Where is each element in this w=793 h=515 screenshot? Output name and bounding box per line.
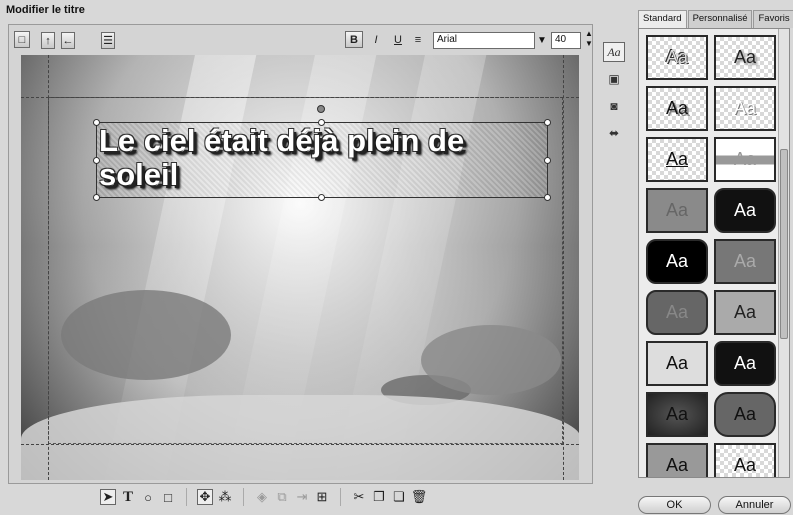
ok-button[interactable]: OK bbox=[638, 496, 711, 514]
resize-handle[interactable] bbox=[544, 157, 551, 164]
rotate-handle[interactable] bbox=[317, 105, 325, 113]
toolbar-divider bbox=[186, 488, 187, 506]
style-tile[interactable]: Aa bbox=[714, 35, 776, 80]
rectangle-tool-icon[interactable]: □ bbox=[160, 489, 176, 505]
image-icon[interactable]: ◙ bbox=[603, 96, 625, 116]
tab-personnalise[interactable]: Personnalisé bbox=[687, 10, 753, 28]
style-tile[interactable]: Aa bbox=[646, 341, 708, 386]
title-text[interactable]: Le ciel était déjà plein de soleil bbox=[99, 124, 547, 192]
italic-button[interactable]: I bbox=[367, 31, 385, 48]
style-tile[interactable]: Aa bbox=[714, 137, 776, 182]
copy-icon[interactable]: ❐ bbox=[371, 489, 387, 505]
style-tile[interactable]: Aa bbox=[646, 392, 708, 437]
style-grid: Aa Aa Aa Aa Aa Aa Aa Aa Aa Aa Aa Aa Aa A… bbox=[646, 35, 776, 477]
guide-line bbox=[21, 444, 579, 445]
style-tabs: Standard Personnalisé Favoris bbox=[638, 10, 793, 28]
paste-icon[interactable]: ❏ bbox=[391, 489, 407, 505]
editor-panel: □ ↑ ← ☰ B I U ≡ Arial ▼ 40 ▲ ▼ Le ciel é… bbox=[8, 24, 593, 484]
style-tile[interactable]: Aa bbox=[714, 239, 776, 284]
style-tile[interactable]: Aa bbox=[714, 188, 776, 233]
ellipse-tool-icon[interactable]: ○ bbox=[140, 489, 156, 505]
style-tile[interactable]: Aa bbox=[714, 443, 776, 477]
style-tile[interactable]: Aa bbox=[714, 392, 776, 437]
guide-line bbox=[563, 55, 564, 480]
style-category-bar: Aa ▣ ◙ ⬌ bbox=[603, 42, 629, 150]
frame-style-button[interactable]: □ bbox=[14, 31, 30, 48]
title-canvas[interactable]: Le ciel était déjà plein de soleil bbox=[21, 55, 579, 480]
style-tile[interactable]: Aa bbox=[646, 86, 708, 131]
style-gallery: Aa Aa Aa Aa Aa Aa Aa Aa Aa Aa Aa Aa Aa A… bbox=[638, 28, 790, 478]
move-icon[interactable]: ✥ bbox=[197, 489, 213, 505]
resize-handle[interactable] bbox=[318, 194, 325, 201]
font-family-field[interactable]: Arial bbox=[433, 32, 535, 49]
font-size-field[interactable]: 40 bbox=[551, 32, 581, 49]
font-size-stepper[interactable]: ▲ ▼ bbox=[583, 29, 595, 51]
style-tile[interactable]: Aa bbox=[646, 290, 708, 335]
resize-handle[interactable] bbox=[93, 194, 100, 201]
style-tile[interactable]: Aa bbox=[646, 137, 708, 182]
resize-handle[interactable] bbox=[544, 194, 551, 201]
style-tile[interactable]: Aa bbox=[646, 239, 708, 284]
style-tile[interactable]: Aa bbox=[714, 290, 776, 335]
resize-handle[interactable] bbox=[318, 119, 325, 126]
text-tool-icon[interactable]: T bbox=[120, 489, 136, 505]
underline-button[interactable]: U bbox=[389, 31, 407, 48]
distort-icon[interactable]: ⁂ bbox=[217, 489, 233, 505]
format-toolbar: □ ↑ ← ☰ B I U ≡ Arial ▼ 40 ▲ ▼ bbox=[9, 25, 595, 53]
scroll-thumb[interactable] bbox=[780, 149, 788, 339]
align-objects-icon[interactable]: ⇥ bbox=[294, 489, 310, 505]
align-button[interactable]: ≡ bbox=[410, 31, 426, 48]
style-tile[interactable]: Aa bbox=[714, 86, 776, 131]
resize-handle[interactable] bbox=[93, 157, 100, 164]
send-backward-icon[interactable]: ← bbox=[61, 32, 75, 49]
ungroup-icon[interactable]: ⧉ bbox=[274, 489, 290, 505]
style-scrollbar[interactable] bbox=[778, 29, 789, 477]
text-layout-icon[interactable]: ☰ bbox=[101, 32, 115, 49]
style-tile[interactable]: Aa bbox=[646, 35, 708, 80]
resize-handle[interactable] bbox=[544, 119, 551, 126]
button-icon[interactable]: ⬌ bbox=[603, 123, 625, 143]
window-title: Modifier le titre bbox=[6, 4, 85, 16]
background-icon[interactable]: ▣ bbox=[603, 69, 625, 89]
grid-icon[interactable]: ⊞ bbox=[314, 489, 330, 505]
tools-toolbar: ➤ T ○ □ ✥ ⁂ ◈ ⧉ ⇥ ⊞ ✂ ❐ ❏ 🗑 bbox=[100, 486, 427, 508]
tab-standard[interactable]: Standard bbox=[638, 10, 687, 28]
pointer-icon[interactable]: ➤ bbox=[100, 489, 116, 505]
resize-handle[interactable] bbox=[93, 119, 100, 126]
toolbar-divider bbox=[243, 488, 244, 506]
style-tile[interactable]: Aa bbox=[646, 443, 708, 477]
text-style-icon[interactable]: Aa bbox=[603, 42, 625, 62]
group-icon[interactable]: ◈ bbox=[254, 489, 270, 505]
guide-line bbox=[21, 97, 579, 98]
toolbar-divider bbox=[340, 488, 341, 506]
delete-icon[interactable]: 🗑 bbox=[411, 489, 428, 505]
title-editor-window: Modifier le titre □ ↑ ← ☰ B I U ≡ Arial … bbox=[0, 0, 793, 515]
style-tile[interactable]: Aa bbox=[714, 341, 776, 386]
cut-icon[interactable]: ✂ bbox=[351, 489, 367, 505]
cancel-button[interactable]: Annuler bbox=[718, 496, 791, 514]
style-tile[interactable]: Aa bbox=[646, 188, 708, 233]
bring-forward-icon[interactable]: ↑ bbox=[41, 32, 55, 49]
chevron-down-icon[interactable]: ▼ bbox=[535, 32, 549, 49]
bold-button[interactable]: B bbox=[345, 31, 363, 48]
guide-line bbox=[48, 55, 49, 480]
tab-favoris[interactable]: Favoris bbox=[753, 10, 793, 28]
